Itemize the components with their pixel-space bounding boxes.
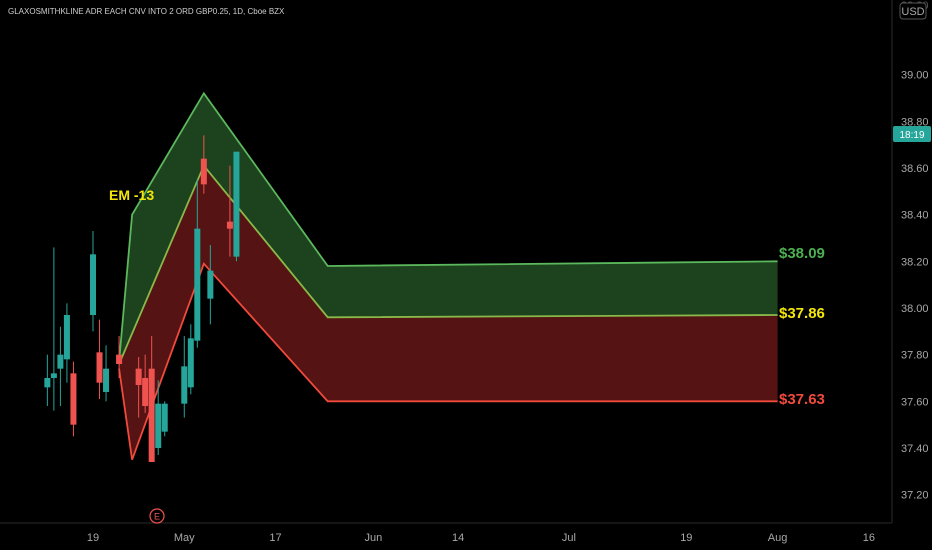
x-tick-label: 17 [269, 532, 281, 544]
candle [103, 345, 110, 402]
last-price-text: 18:19 [899, 130, 924, 141]
y-tick-label: 38.00 [901, 303, 929, 315]
candle [181, 336, 188, 418]
candle-body [44, 378, 51, 388]
candle-body [50, 373, 57, 378]
y-tick-label: 37.20 [901, 490, 929, 502]
candle-body [135, 368, 142, 385]
x-axis[interactable]: 19 May 17 Jun 14 Jul 19 Aug 16 [87, 532, 875, 544]
candle-body [200, 158, 207, 185]
candle-body [70, 373, 77, 425]
candle [70, 361, 77, 437]
candle [161, 401, 168, 437]
candle [44, 354, 51, 406]
y-tick-label: 37.60 [901, 396, 929, 408]
candle-body [161, 403, 168, 432]
candle [63, 303, 70, 383]
candle-body [142, 378, 149, 406]
candle-body [187, 338, 194, 388]
candle-body [103, 368, 110, 392]
candle-body [233, 151, 240, 257]
y-tick-label: 37.80 [901, 350, 929, 362]
candle-body [226, 221, 233, 229]
currency-label: USD [901, 6, 924, 18]
y-tick-label: 38.20 [901, 256, 929, 268]
last-price-badge: 18:19 [893, 126, 931, 142]
candle-body [63, 315, 70, 360]
symbol-title: GLAXOSMITHKLINE ADR EACH CNV INTO 2 ORD … [8, 7, 285, 16]
mid-level-label: $37.86 [779, 305, 825, 322]
x-tick-label: 14 [452, 532, 464, 544]
candle-body [96, 352, 103, 383]
x-tick-label: Aug [768, 532, 788, 544]
candle [96, 319, 103, 399]
candle [50, 247, 57, 411]
y-tick-label: 37.40 [901, 443, 929, 455]
candle-body [116, 354, 123, 364]
expected-move-label: EM -13 [109, 187, 154, 203]
lower-level-label: $37.63 [779, 391, 825, 408]
candle-body [207, 270, 214, 299]
candle [90, 231, 96, 332]
candle [233, 151, 240, 262]
candle-body [148, 368, 155, 462]
x-tick-label: 19 [680, 532, 692, 544]
y-tick-label: 38.60 [901, 163, 929, 175]
y-tick-label: 39.00 [901, 70, 929, 82]
candle-body [155, 403, 162, 448]
y-tick-label: 38.40 [901, 210, 929, 222]
y-axis[interactable]: 39.20 37.2037.4037.6037.8038.0038.2038.4… [901, 0, 929, 502]
upper-level-label: $38.09 [779, 245, 825, 262]
earnings-marker[interactable]: E [149, 508, 165, 524]
x-tick-label: Jun [364, 532, 382, 544]
candle-body [194, 228, 201, 341]
price-chart[interactable]: GLAXOSMITHKLINE ADR EACH CNV INTO 2 ORD … [0, 0, 932, 550]
level-labels: $38.09 $37.86 $37.63 [779, 245, 825, 408]
candle-body [90, 254, 96, 315]
x-tick-label: May [174, 532, 195, 544]
earnings-marker-letter: E [154, 512, 160, 522]
x-tick-label: 16 [863, 532, 875, 544]
candle-body [181, 366, 188, 404]
expected-move-bands [118, 91, 778, 460]
currency-badge[interactable]: USD [899, 2, 927, 20]
candle-body [57, 354, 64, 369]
candle [57, 326, 64, 406]
x-tick-label: Jul [562, 532, 576, 544]
candle [187, 324, 194, 395]
x-tick-label: 19 [87, 532, 99, 544]
